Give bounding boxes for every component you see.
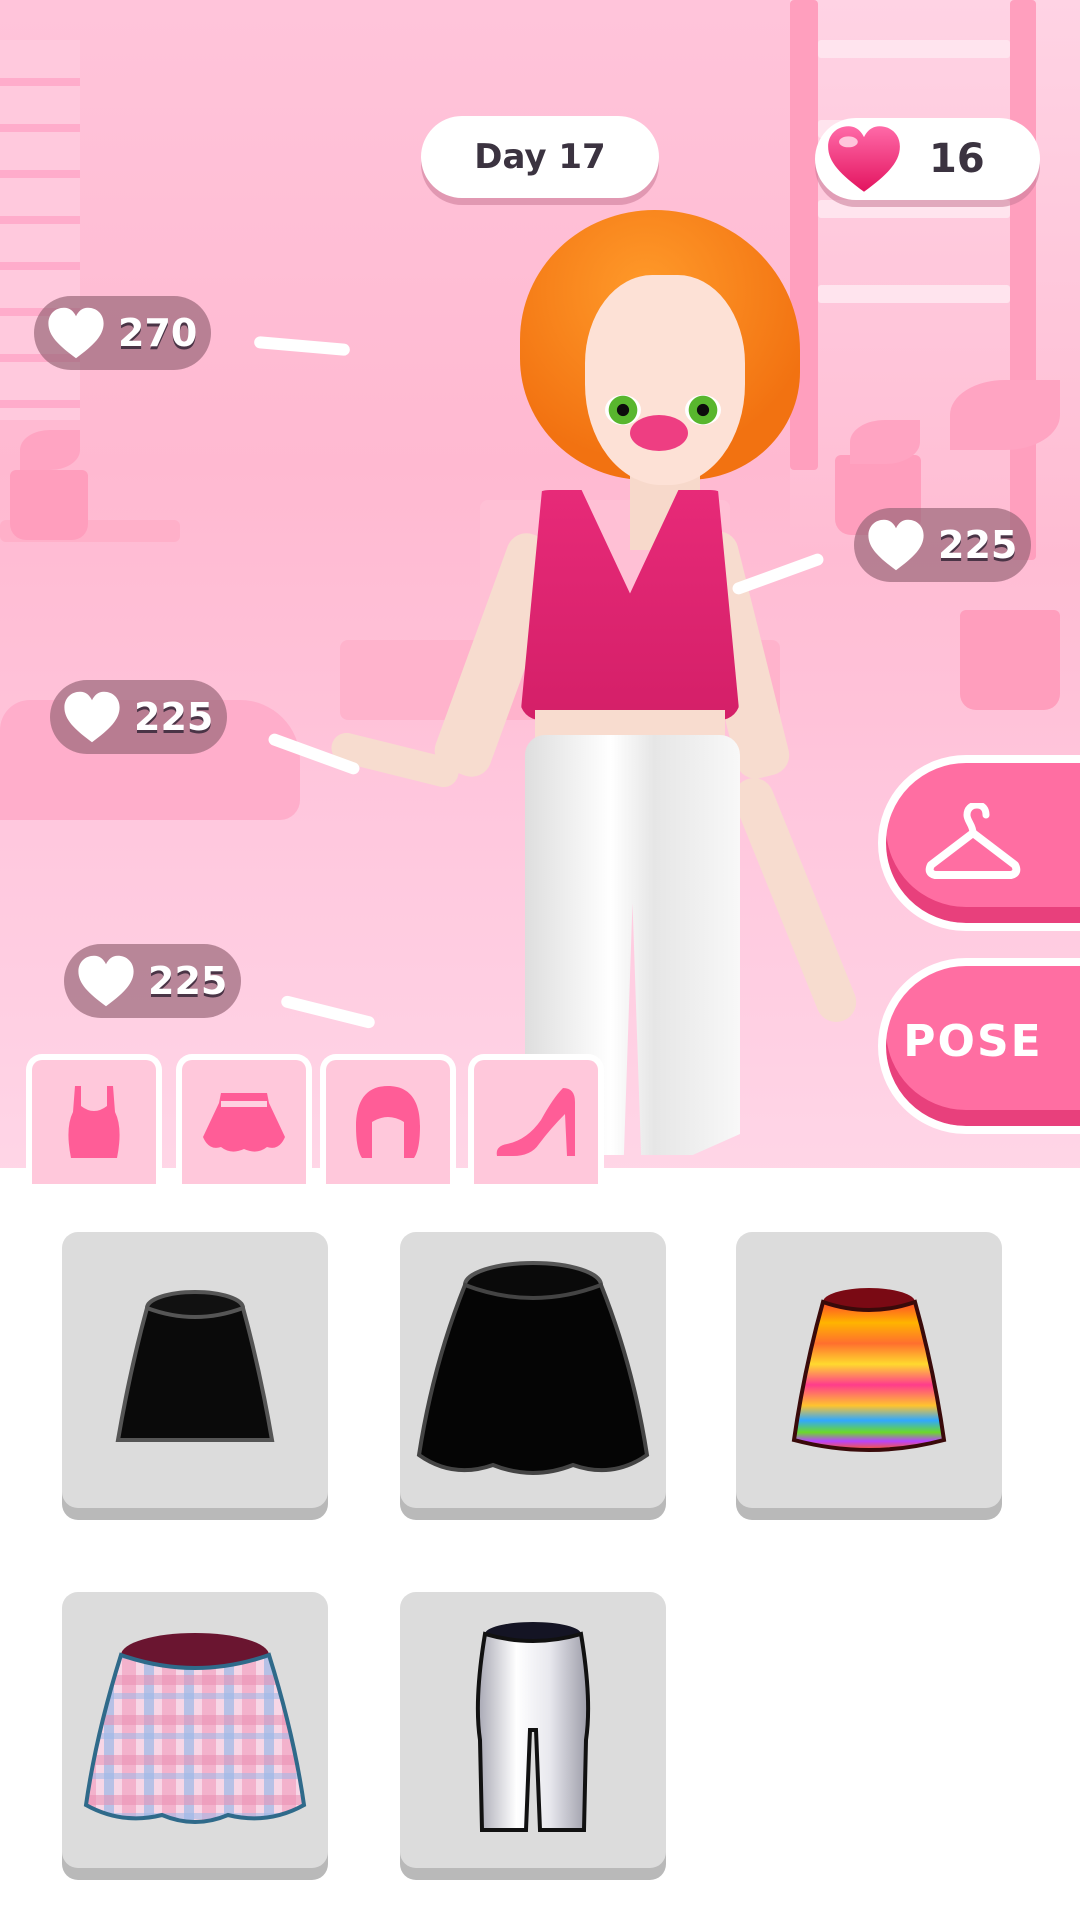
- hearts-count: 16: [929, 136, 985, 182]
- plant-pot: [960, 610, 1060, 710]
- hair-icon: [356, 1086, 420, 1158]
- top-icon: [68, 1086, 120, 1158]
- character-lips: [630, 415, 688, 451]
- pink-plaid-skirt-icon: [83, 1633, 307, 1824]
- heart-icon: [868, 519, 924, 571]
- heart-icon: [828, 126, 900, 192]
- score-bubble: 225: [854, 508, 1032, 582]
- item-rainbow-striped-skirt[interactable]: [736, 1232, 1002, 1508]
- heart-icon: [78, 955, 134, 1007]
- rainbow-striped-skirt-icon: [791, 1288, 947, 1452]
- day-counter: Day 17: [421, 116, 659, 198]
- hearts-counter: 16: [815, 118, 1040, 200]
- plant-leaf: [950, 380, 1060, 450]
- white-capri-pants-icon: [475, 1622, 591, 1832]
- black-mini-skirt-icon: [115, 1290, 275, 1442]
- ladder-step: [818, 40, 1010, 58]
- ladder-rail: [1010, 0, 1036, 560]
- score-bubble: 225: [64, 944, 242, 1018]
- score-bubble: 225: [50, 680, 228, 754]
- item-white-capri-pants[interactable]: [400, 1592, 666, 1868]
- score-value: 225: [134, 695, 214, 739]
- character-forearm-right: [727, 771, 863, 1029]
- black-tulle-skirt-icon: [416, 1261, 650, 1475]
- score-value: 270: [118, 311, 198, 355]
- character-eye: [605, 395, 641, 425]
- wardrobe-button[interactable]: [878, 755, 1080, 931]
- item-black-tulle-skirt[interactable]: [400, 1232, 666, 1508]
- tab-tops[interactable]: [26, 1054, 162, 1184]
- heart-icon: [48, 307, 104, 359]
- skirt-icon: [203, 1093, 285, 1152]
- plant-leaf: [20, 430, 80, 470]
- heart-icon: [64, 691, 120, 743]
- character-face: [585, 275, 745, 485]
- high-heel-icon: [496, 1088, 575, 1156]
- tab-hair[interactable]: [320, 1054, 456, 1184]
- pose-button-label: POSE: [903, 1015, 1043, 1067]
- day-label: Day 17: [474, 137, 606, 177]
- plant-pot: [10, 470, 88, 540]
- score-bubble: 270: [34, 296, 212, 370]
- tab-shoes[interactable]: [468, 1054, 604, 1184]
- score-value: 225: [148, 959, 228, 1003]
- character-eye: [685, 395, 721, 425]
- pose-button[interactable]: POSE: [878, 958, 1080, 1134]
- character-avatar: [328, 200, 880, 1168]
- tab-skirts[interactable]: [176, 1054, 312, 1184]
- hanger-icon: [925, 803, 1021, 879]
- score-value: 225: [938, 523, 1018, 567]
- item-black-mini-skirt[interactable]: [62, 1232, 328, 1508]
- item-pink-plaid-skirt[interactable]: [62, 1592, 328, 1868]
